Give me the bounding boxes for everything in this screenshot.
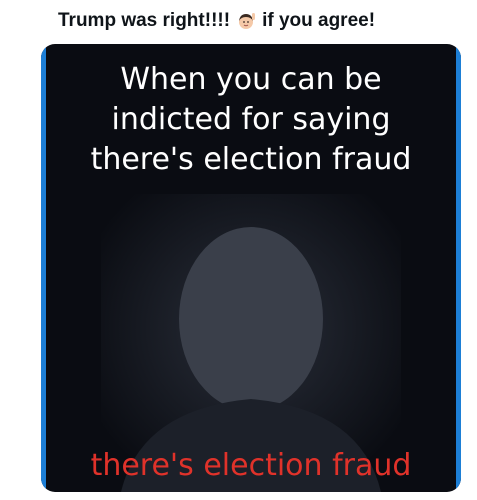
raising-hand-emoji-icon xyxy=(236,11,256,31)
meme-image[interactable]: When you can be indicted for saying ther… xyxy=(41,44,461,492)
meme-top-line: When you can be xyxy=(120,62,382,97)
meme-top-line: there's election fraud xyxy=(90,142,412,177)
post-text-before-emoji: Trump was right!!!! xyxy=(58,10,231,31)
meme-bottom-caption: there's election fraud xyxy=(90,448,412,483)
post-text-after-emoji: if you agree! xyxy=(262,10,376,31)
meme-top-line: indicted for saying xyxy=(111,102,391,137)
meme-top-caption: When you can be indicted for saying ther… xyxy=(41,60,461,180)
post-container: Trump was right!!!! if you agree! When y… xyxy=(0,0,477,500)
post-text: Trump was right!!!! if you agree! xyxy=(58,10,375,32)
